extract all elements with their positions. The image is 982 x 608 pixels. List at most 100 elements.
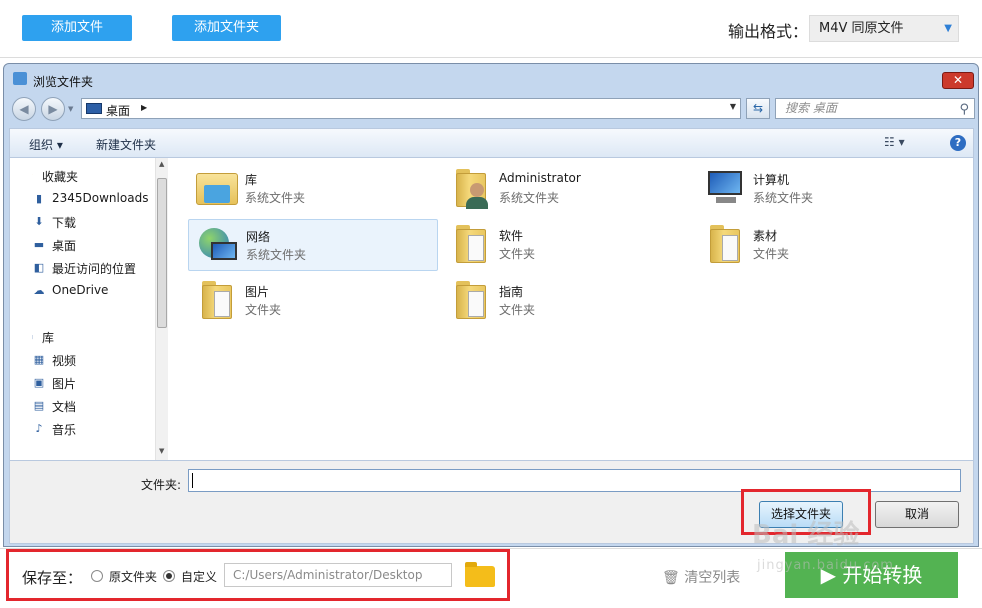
nav-item-label: 桌面 <box>52 239 77 253</box>
scroll-down-icon[interactable]: ▼ <box>159 447 164 455</box>
address-bar[interactable]: 桌面 ▶ ▼ <box>81 98 741 119</box>
add-file-button[interactable]: 添加文件 <box>22 15 132 41</box>
file-item-type: 系统文件夹 <box>499 191 560 205</box>
address-crumb[interactable]: 桌面 <box>106 102 130 119</box>
search-placeholder: 搜索 桌面 <box>785 101 837 115</box>
file-item[interactable]: 素材 文件夹 <box>696 219 946 271</box>
picture-icon: ▣ <box>33 376 45 389</box>
file-item-type: 系统文件夹 <box>246 248 307 262</box>
nav-scrollbar[interactable]: ▲ ▼ <box>155 158 168 460</box>
new-folder-button[interactable]: 新建文件夹 <box>96 136 156 153</box>
output-format-label: 输出格式： <box>728 22 809 41</box>
file-item-type: 文件夹 <box>245 303 282 317</box>
back-arrow-icon[interactable]: ◀ <box>12 97 36 121</box>
nav-item-label: 视频 <box>52 354 77 368</box>
network-globe-icon <box>195 224 241 268</box>
navigation-pane: ★ 收藏夹 ▮ 2345Downloads ⬇ 下载 ▬ 桌面 ◧ 最近访问的位置 ☁ OneDriv… <box>10 158 168 460</box>
file-item-name: 库 <box>245 173 258 187</box>
folder-icon <box>194 279 240 323</box>
onedrive-icon: ☁ <box>33 284 45 297</box>
search-input[interactable]: 搜索 桌面 ⚲ <box>775 98 975 119</box>
file-item-type: 文件夹 <box>753 247 790 261</box>
download-icon: ⬇ <box>34 215 44 228</box>
folder-icon <box>448 279 494 323</box>
clear-list-button[interactable]: 🗑 清空列表 <box>662 567 740 587</box>
file-item-name: 网络 <box>246 230 271 244</box>
watermark-url: jingyan.baidu.com <box>757 558 894 573</box>
nav-item-label: 收藏夹 <box>42 170 79 184</box>
nav-item-label: OneDrive <box>52 283 109 297</box>
nav-item[interactable]: ▮ 2345Downloads <box>32 189 154 209</box>
file-item-type: 系统文件夹 <box>753 191 814 205</box>
library-folder-icon <box>194 167 240 211</box>
baidu-watermark: Bai 经验 jingyan.baidu.com <box>752 514 932 584</box>
add-folder-button[interactable]: 添加文件夹 <box>172 15 281 41</box>
dialog-title: 浏览文件夹 <box>33 75 94 89</box>
folder-icon <box>702 223 748 267</box>
help-icon[interactable]: ? <box>950 135 966 151</box>
file-item[interactable]: 库系统文件夹 <box>188 163 438 215</box>
search-icon: ⚲ <box>959 102 969 117</box>
folder-icon: ▮ <box>35 192 43 205</box>
file-item-name: 图片 <box>245 285 270 299</box>
forward-arrow-icon[interactable]: ▶ <box>41 97 65 121</box>
scroll-up-icon[interactable]: ▲ <box>159 160 164 168</box>
nav-item[interactable]: ▣ 图片 <box>32 373 154 393</box>
nav-item[interactable]: ▦ 视频 <box>32 350 154 370</box>
nav-item-label: 下载 <box>52 216 77 230</box>
app-top-bar: 添加文件 添加文件夹 输出格式： M4V 同原文件 ▼ <box>0 0 982 58</box>
nav-item[interactable]: ▭库 <box>32 327 154 347</box>
scroll-thumb[interactable] <box>157 178 167 328</box>
file-item-name: Administrator <box>499 171 581 185</box>
view-options-icon[interactable]: ☷ ▾ <box>884 135 905 149</box>
navigation-bar: ◀ ▶ ▼ 桌面 ▶ ▼ ⇆ 搜索 桌面 ⚲ <box>4 94 978 124</box>
watermark-text: Bai 经验 <box>752 520 860 550</box>
clear-list-label: 清空列表 <box>684 570 741 586</box>
video-icon: ▦ <box>33 353 45 366</box>
dialog-toolbar: 组织 ▾ 新建文件夹 ☷ ▾ ? <box>9 128 974 157</box>
star-icon: ★ <box>32 169 35 182</box>
address-dropdown-icon[interactable]: ▼ <box>730 102 736 111</box>
document-icon: ▤ <box>33 399 45 412</box>
nav-item[interactable]: ★ 收藏夹 <box>32 166 154 186</box>
close-button[interactable]: ✕ <box>942 72 974 89</box>
nav-item[interactable]: ▬ 桌面 <box>32 235 154 255</box>
output-format-select[interactable]: M4V 同原文件 ▼ <box>809 15 959 42</box>
file-item[interactable]: 图片 文件夹 <box>188 275 438 327</box>
file-item[interactable]: 计算机 系统文件夹 <box>696 163 946 215</box>
nav-item[interactable]: ♪ 音乐 <box>32 419 154 439</box>
file-item-type: 文件夹 <box>499 303 536 317</box>
refresh-icon[interactable]: ⇆ <box>746 98 770 119</box>
text-caret <box>192 473 193 488</box>
file-item[interactable]: 软件 文件夹 <box>442 219 692 271</box>
breadcrumb-arrow-icon[interactable]: ▶ <box>141 103 147 112</box>
file-item[interactable]: 网络 系统文件夹 <box>188 219 438 271</box>
file-item-name: 素材 <box>753 229 778 243</box>
folder-field-label: 文件夹: <box>141 478 182 492</box>
file-item[interactable]: 指南 文件夹 <box>442 275 692 327</box>
nav-item[interactable]: ☁ OneDrive <box>32 281 154 301</box>
file-item-type: 系统文件夹 <box>245 191 306 205</box>
nav-item-label: 文档 <box>52 400 77 414</box>
computer-icon <box>702 167 748 211</box>
file-item[interactable]: Administrator 系统文件夹 <box>442 163 692 215</box>
user-folder-icon <box>448 167 494 211</box>
nav-item[interactable]: ⬇ 下载 <box>32 212 154 232</box>
organize-menu[interactable]: 组织 ▾ <box>29 136 63 153</box>
nav-item[interactable]: ▤ 文档 <box>32 396 154 416</box>
trash-icon: 🗑 <box>662 570 680 586</box>
nav-item-label: 2345Downloads <box>52 191 149 205</box>
highlight-save-to-box <box>6 549 510 601</box>
dialog-title-bar[interactable]: 浏览文件夹 ✕ <box>4 64 978 94</box>
nav-item-label: 最近访问的位置 <box>52 262 137 276</box>
desktop-icon: ▬ <box>33 238 45 251</box>
desktop-icon <box>86 103 102 114</box>
history-dropdown-icon[interactable]: ▼ <box>68 105 73 113</box>
output-format-value: M4V 同原文件 <box>819 21 904 36</box>
browse-folder-dialog: 浏览文件夹 ✕ ◀ ▶ ▼ 桌面 ▶ ▼ ⇆ 搜索 桌面 ⚲ 组织 ▾ 新建文件… <box>3 63 979 547</box>
nav-item[interactable]: ◧ 最近访问的位置 <box>32 258 154 278</box>
music-icon: ♪ <box>35 422 43 435</box>
recent-places-icon: ◧ <box>33 261 45 274</box>
file-item-type: 文件夹 <box>499 247 536 261</box>
file-browser-content: ★ 收藏夹 ▮ 2345Downloads ⬇ 下载 ▬ 桌面 ◧ 最近访问的位置 ☁ OneDriv… <box>9 157 974 461</box>
